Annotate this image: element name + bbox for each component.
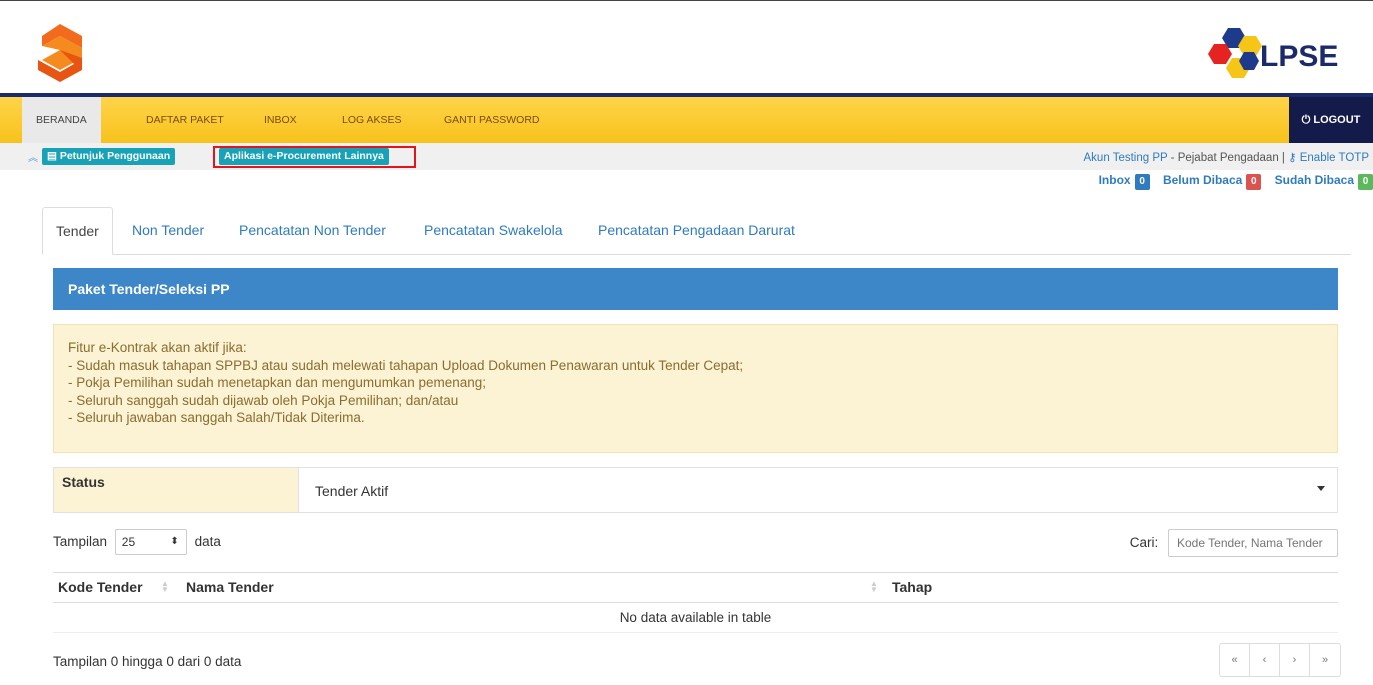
status-filter: Status Tender Aktif: [53, 467, 1338, 513]
user-role: - Pejabat Pengadaan |: [1167, 152, 1289, 164]
nav-beranda[interactable]: BERANDA: [22, 97, 101, 143]
enable-totp-link[interactable]: Enable TOTP: [1300, 152, 1369, 164]
nav-ganti-password[interactable]: GANTI PASSWORD: [444, 97, 539, 143]
belum-dibaca-label: Belum Dibaca: [1162, 173, 1243, 187]
highlight-frame: [213, 146, 416, 168]
nav-log-akses[interactable]: LOG AKSES: [342, 97, 402, 143]
alert-line: - Sudah masuk tahapan SPPBJ atau sudah m…: [68, 357, 744, 373]
alert-line: - Seluruh jawaban sanggah Salah/Tidak Di…: [68, 410, 365, 425]
logout-label: LOGOUT: [1313, 114, 1361, 126]
tab-pencatatan-pengadaan-darurat[interactable]: Pencatatan Pengadaan Darurat: [598, 207, 795, 255]
page-size-control: Tampilan 25 ⬍ data: [53, 529, 221, 556]
prev-page-button[interactable]: ‹: [1250, 644, 1280, 676]
ekontrak-alert: Fitur e-Kontrak akan aktif jika: - Sudah…: [53, 324, 1338, 453]
lpse-logo-text: LPSE: [1260, 40, 1338, 73]
spse-logo[interactable]: [34, 22, 86, 84]
petunjuk-label: Petunjuk Penggunaan: [59, 150, 171, 162]
data-label: data: [194, 534, 221, 549]
first-page-button[interactable]: «: [1220, 644, 1250, 676]
lpse-logo-icon: LPSE: [1208, 28, 1338, 78]
status-value: Tender Aktif: [315, 483, 389, 499]
sort-icon: ▲ ▼: [870, 579, 878, 594]
book-icon: ▤: [47, 150, 57, 162]
belum-dibaca-count-badge: 0: [1246, 174, 1262, 190]
empty-table-message: No data available in table: [53, 603, 1338, 633]
page-size-select[interactable]: 25 ⬍: [114, 529, 187, 556]
search-input[interactable]: [1168, 529, 1338, 558]
tab-tender[interactable]: Tender: [42, 207, 113, 255]
column-nama-tender[interactable]: Nama Tender: [186, 573, 274, 601]
cari-label: Cari:: [1129, 535, 1159, 550]
sudah-dibaca-count-badge: 0: [1358, 174, 1373, 190]
updown-arrow-icon: ⬍: [170, 536, 179, 548]
nav-daftar-paket[interactable]: DAFTAR PAKET: [146, 97, 224, 143]
sub-toolbar: ︽ ▤ Petunjuk Penggunaan Aplikasi e-Procu…: [0, 143, 1373, 170]
collapse-chevron-icon[interactable]: ︽: [28, 149, 38, 164]
pagination: « ‹ › »: [1219, 643, 1341, 677]
spse-logo-icon: [38, 24, 82, 82]
column-tahap[interactable]: Tahap: [892, 573, 932, 601]
status-label: Status: [54, 468, 298, 512]
panel-title: Paket Tender/Seleksi PP: [53, 268, 1338, 310]
tab-non-tender[interactable]: Non Tender: [132, 207, 204, 255]
caret-down-icon: [1317, 486, 1325, 491]
last-page-button[interactable]: »: [1310, 644, 1340, 676]
sudah-dibaca-label: Sudah Dibaca: [1274, 173, 1354, 187]
petunjuk-penggunaan-button[interactable]: ▤ Petunjuk Penggunaan: [42, 148, 176, 165]
main-navbar: BERANDA DAFTAR PAKET INBOX LOG AKSES GAN…: [0, 93, 1373, 143]
belum-dibaca-link[interactable]: Belum Dibaca 0: [1162, 173, 1262, 190]
next-page-button[interactable]: ›: [1280, 644, 1310, 676]
status-select[interactable]: Tender Aktif: [298, 468, 1337, 512]
lpse-logo[interactable]: LPSE: [1208, 22, 1343, 84]
table-info: Tampilan 0 hingga 0 dari 0 data: [53, 654, 242, 669]
column-kode-tender[interactable]: Kode Tender: [58, 573, 143, 601]
page-size-value: 25: [121, 535, 136, 550]
user-name-link[interactable]: Akun Testing PP: [1084, 152, 1168, 164]
top-border: [0, 0, 1373, 8]
key-icon: ⚷: [1288, 152, 1300, 164]
tab-pencatatan-non-tender[interactable]: Pencatatan Non Tender: [239, 207, 386, 255]
alert-line: Fitur e-Kontrak akan aktif jika:: [68, 340, 247, 355]
header: LPSE: [0, 8, 1373, 93]
user-info: Akun Testing PP - Pejabat Pengadaan | ⚷ …: [1084, 150, 1370, 164]
logout-button[interactable]: ⏻ LOGOUT: [1289, 97, 1373, 143]
power-icon: ⏻: [1301, 114, 1311, 126]
alert-line: - Seluruh sanggah sudah dijawab oleh Pok…: [68, 392, 459, 408]
tampilan-label: Tampilan: [53, 534, 108, 549]
search-control: Cari:: [1129, 529, 1338, 558]
inbox-counters: Inbox 0 Belum Dibaca 0 Sudah Dibaca 0: [1089, 173, 1373, 193]
sudah-dibaca-link[interactable]: Sudah Dibaca 0: [1274, 173, 1373, 190]
inbox-link[interactable]: Inbox 0: [1098, 173, 1150, 190]
alert-line: - Pokja Pemilihan sudah menetapkan dan m…: [68, 375, 487, 390]
tab-pencatatan-swakelola[interactable]: Pencatatan Swakelola: [424, 207, 563, 255]
table-header: Kode Tender ▲ ▼ Nama Tender ▲ ▼ Tahap: [53, 572, 1338, 603]
nav-inbox[interactable]: INBOX: [264, 97, 297, 143]
inbox-label: Inbox: [1098, 173, 1131, 187]
sort-icon: ▲ ▼: [161, 579, 169, 594]
inbox-count-badge: 0: [1134, 174, 1150, 190]
